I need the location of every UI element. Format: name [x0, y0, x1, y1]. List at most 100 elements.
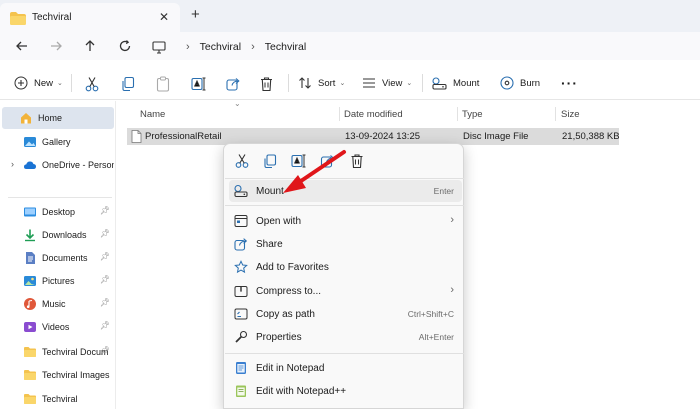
- menu-item-label: Share: [256, 238, 283, 250]
- breadcrumb: › Techviral › Techviral: [152, 38, 306, 56]
- menu-item-label: Add to Favorites: [256, 261, 329, 273]
- new-button[interactable]: New ⌄: [14, 74, 63, 92]
- navigation-pane: Home Gallery › OneDrive - Persona Deskto…: [0, 101, 116, 409]
- burn-button[interactable]: Burn: [500, 74, 540, 92]
- back-arrow-icon[interactable]: [13, 37, 31, 55]
- menu-item-label: Properties: [256, 331, 302, 343]
- delete-icon[interactable]: [349, 153, 365, 169]
- chevron-down-icon[interactable]: ⌄: [234, 99, 241, 108]
- pin-icon[interactable]: 📌︎: [100, 229, 110, 238]
- column-header-date[interactable]: Date modified: [344, 109, 403, 120]
- menu-item-edit-with-notepadpp[interactable]: Edit with Notepad++: [229, 380, 462, 402]
- up-arrow-icon[interactable]: [81, 37, 99, 55]
- notepad-icon: [236, 362, 246, 374]
- menu-item-label: Mount: [256, 185, 284, 197]
- mount-icon: [234, 184, 248, 198]
- sidebar-item-gallery[interactable]: Gallery: [6, 131, 114, 153]
- pin-icon[interactable]: 📌︎: [100, 252, 110, 261]
- menu-divider: [225, 353, 464, 354]
- sidebar-item-label: Gallery: [42, 137, 71, 147]
- sidebar-item-label: Techviral Images: [42, 370, 110, 380]
- breadcrumb-item[interactable]: Techviral: [200, 41, 241, 53]
- column-divider[interactable]: [555, 107, 556, 121]
- sidebar-item-downloads[interactable]: Downloads 📌︎: [6, 224, 114, 246]
- paste-icon[interactable]: [156, 75, 170, 93]
- pin-icon[interactable]: 📌︎: [100, 298, 110, 307]
- sidebar-item-videos[interactable]: Videos 📌︎: [6, 316, 114, 338]
- column-divider[interactable]: [457, 107, 458, 121]
- file-date: 13-09-2024 13:25: [345, 131, 421, 142]
- title-bar: Techviral ✕ +: [0, 0, 700, 32]
- menu-item-label: Compress to...: [256, 285, 322, 297]
- open-with-icon: [234, 215, 248, 227]
- rename-icon[interactable]: [191, 75, 207, 93]
- monitor-icon[interactable]: [152, 40, 166, 54]
- pin-icon[interactable]: 📌︎: [100, 275, 110, 284]
- sidebar-item-onedrive[interactable]: › OneDrive - Persona: [2, 154, 114, 176]
- new-tab-plus-icon[interactable]: +: [191, 6, 200, 23]
- pin-icon[interactable]: 📌︎: [100, 321, 110, 330]
- menu-divider: [225, 205, 464, 206]
- menu-item-edit-in-notepad[interactable]: Edit in Notepad: [229, 357, 462, 379]
- tab-techviral[interactable]: Techviral ✕: [0, 3, 180, 32]
- breadcrumb-item[interactable]: Techviral: [265, 41, 306, 53]
- menu-item-properties[interactable]: Properties Alt+Enter: [229, 326, 462, 348]
- menu-item-mount[interactable]: Mount Enter: [229, 180, 462, 202]
- column-header-size[interactable]: Size: [561, 109, 579, 120]
- sort-button[interactable]: Sort ⌄: [298, 74, 345, 92]
- cut-icon[interactable]: [234, 153, 250, 169]
- column-header-type[interactable]: Type: [462, 109, 483, 120]
- column-header-name[interactable]: Name: [140, 109, 165, 120]
- sidebar-item-music[interactable]: Music 📌︎: [6, 293, 114, 315]
- copy-icon[interactable]: [262, 153, 278, 169]
- refresh-icon[interactable]: [116, 37, 134, 55]
- pin-icon[interactable]: 📌︎: [100, 206, 110, 215]
- menu-item-copy-as-path[interactable]: Copy as path Ctrl+Shift+C: [229, 303, 462, 325]
- pin-icon[interactable]: 📌︎: [100, 346, 110, 355]
- notepad-plus-plus-icon: [236, 385, 246, 397]
- share-icon[interactable]: [320, 153, 336, 169]
- sidebar-item-documents[interactable]: Documents 📌︎: [6, 247, 114, 269]
- rename-icon[interactable]: [291, 153, 307, 169]
- share-icon: [234, 238, 248, 251]
- delete-icon[interactable]: [260, 75, 273, 93]
- more-options-icon[interactable]: ···: [561, 74, 578, 92]
- chevron-right-icon: ›: [450, 284, 454, 296]
- folder-icon: [24, 347, 36, 357]
- menu-item-compress-to[interactable]: Compress to... ›: [229, 280, 462, 302]
- sidebar-item-techviral-images[interactable]: Techviral Images: [6, 364, 114, 386]
- forward-arrow-icon[interactable]: [47, 37, 65, 55]
- sidebar-item-home[interactable]: Home: [2, 107, 114, 129]
- context-menu: Mount Enter Open with › Share Add to Fav…: [223, 143, 464, 409]
- chevron-right-icon[interactable]: ›: [11, 159, 14, 169]
- mount-button[interactable]: Mount: [432, 74, 479, 92]
- copy-icon[interactable]: [121, 75, 135, 93]
- sidebar-item-label: Videos: [42, 322, 70, 332]
- sidebar-item-desktop[interactable]: Desktop 📌︎: [6, 201, 114, 223]
- sidebar-item-techviral-documents[interactable]: Techviral Docum 📌︎: [6, 341, 114, 363]
- sidebar-item-pictures[interactable]: Pictures 📌︎: [6, 270, 114, 292]
- file-type: Disc Image File: [463, 131, 529, 142]
- view-button[interactable]: View ⌄: [362, 74, 412, 92]
- gallery-icon: [24, 137, 36, 147]
- sidebar-item-techviral[interactable]: Techviral: [6, 388, 114, 409]
- close-icon[interactable]: ✕: [159, 10, 169, 24]
- view-lines-icon: [363, 78, 375, 88]
- breadcrumb-separator: ›: [186, 41, 190, 53]
- cut-icon[interactable]: [85, 75, 99, 93]
- sidebar-item-label: Techviral Docum: [42, 347, 109, 357]
- menu-item-open-with[interactable]: Open with ›: [229, 210, 462, 232]
- music-icon: [24, 298, 36, 310]
- home-icon: [21, 113, 31, 124]
- sidebar-item-label: Documents: [42, 253, 88, 263]
- download-arrow-icon: [25, 229, 35, 242]
- folder-icon: [24, 370, 36, 380]
- menu-item-share[interactable]: Share: [229, 233, 462, 255]
- mount-icon: [432, 76, 447, 90]
- share-icon[interactable]: [226, 75, 241, 93]
- menu-item-add-to-favorites[interactable]: Add to Favorites: [229, 256, 462, 278]
- toolbar-divider: [71, 74, 72, 92]
- desktop-icon: [24, 207, 36, 217]
- column-divider[interactable]: [339, 107, 340, 121]
- context-quick-actions: [224, 144, 465, 178]
